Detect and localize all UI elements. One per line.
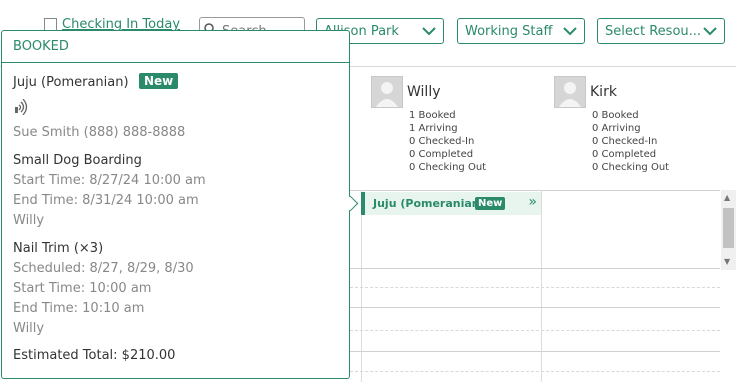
- staff-filter-value: Working Staff: [465, 24, 553, 39]
- grid-line: [350, 287, 720, 288]
- owner-contact: Sue Smith (888) 888-8888: [13, 125, 186, 140]
- service-end-time: End Time: 10:10 am: [13, 301, 145, 316]
- service-staff: Willy: [13, 213, 45, 228]
- service-title: Nail Trim (×3): [13, 241, 104, 256]
- popover-caret: [342, 195, 359, 212]
- scroll-up-arrow[interactable]: ▲: [724, 194, 730, 202]
- service-start-time: Start Time: 8/27/24 10:00 am: [13, 173, 206, 188]
- pet-wave-icon: [15, 99, 28, 115]
- avatar-icon: [554, 76, 586, 108]
- staff-stat: 0 Checking Out: [592, 162, 670, 173]
- staff-stat: 0 Completed: [409, 149, 474, 160]
- popover-header: BOOKED: [2, 31, 349, 63]
- grid-line: [350, 307, 720, 308]
- grid-line: [350, 351, 720, 352]
- booking-popover: BOOKED Juju (Pomeranian) New Sue Smith (…: [1, 30, 359, 379]
- staff-header-willy: Willy 1 Booked 1 Arriving 0 Checked-In 0…: [371, 76, 551, 186]
- service-end-time: End Time: 8/31/24 10:00 am: [13, 193, 199, 208]
- staff-stat: 0 Booked: [592, 110, 639, 121]
- grid-line: [350, 371, 720, 372]
- staff-stat: 0 Checked-In: [592, 136, 658, 147]
- grid-line: [350, 268, 720, 269]
- scroll-down-arrow[interactable]: ▼: [724, 258, 730, 266]
- appointment-pet-name: Juju (Pomeranian): [373, 197, 485, 210]
- grid-line: [350, 330, 720, 331]
- appointment-block[interactable]: Juju (Pomeranian) New »: [361, 192, 541, 215]
- avatar-icon: [371, 76, 403, 108]
- staff-stat: 1 Booked: [409, 110, 456, 121]
- staff-name: Kirk: [590, 84, 617, 100]
- staff-filter-dropdown[interactable]: Working Staff: [457, 18, 585, 44]
- staff-stat: 0 Checking Out: [409, 162, 487, 173]
- staff-stat: 0 Completed: [592, 149, 657, 160]
- chevron-down-icon: [422, 27, 436, 36]
- staff-name: Willy: [407, 84, 441, 100]
- resource-filter-value: Select Resou...: [605, 24, 702, 39]
- double-chevron-right-icon[interactable]: »: [528, 194, 537, 210]
- service-start-time: Start Time: 10:00 am: [13, 281, 152, 296]
- staff-stat: 0 Checked-In: [409, 136, 475, 147]
- grid-column-divider: [541, 190, 542, 382]
- estimated-total: Estimated Total: $210.00: [13, 348, 176, 363]
- service-scheduled-dates: Scheduled: 8/27, 8/29, 8/30: [13, 261, 194, 276]
- booking-status: BOOKED: [13, 39, 69, 54]
- chevron-down-icon: [703, 27, 717, 36]
- chevron-down-icon: [563, 27, 577, 36]
- service-title: Small Dog Boarding: [13, 153, 142, 168]
- pet-name: Juju (Pomeranian): [13, 75, 129, 90]
- resource-filter-dropdown[interactable]: Select Resou...: [597, 18, 725, 44]
- grid-column-divider: [361, 190, 362, 382]
- vertical-scrollbar[interactable]: ▲ ▼: [721, 190, 736, 270]
- staff-stat: 1 Arriving: [409, 123, 458, 134]
- new-badge: New: [139, 73, 179, 89]
- staff-stat: 0 Arriving: [592, 123, 641, 134]
- service-staff: Willy: [13, 321, 45, 336]
- staff-header-kirk: Kirk 0 Booked 0 Arriving 0 Checked-In 0 …: [554, 76, 734, 186]
- grid-line: [350, 190, 720, 191]
- scrollbar-thumb[interactable]: [723, 208, 734, 248]
- new-badge: New: [475, 197, 506, 210]
